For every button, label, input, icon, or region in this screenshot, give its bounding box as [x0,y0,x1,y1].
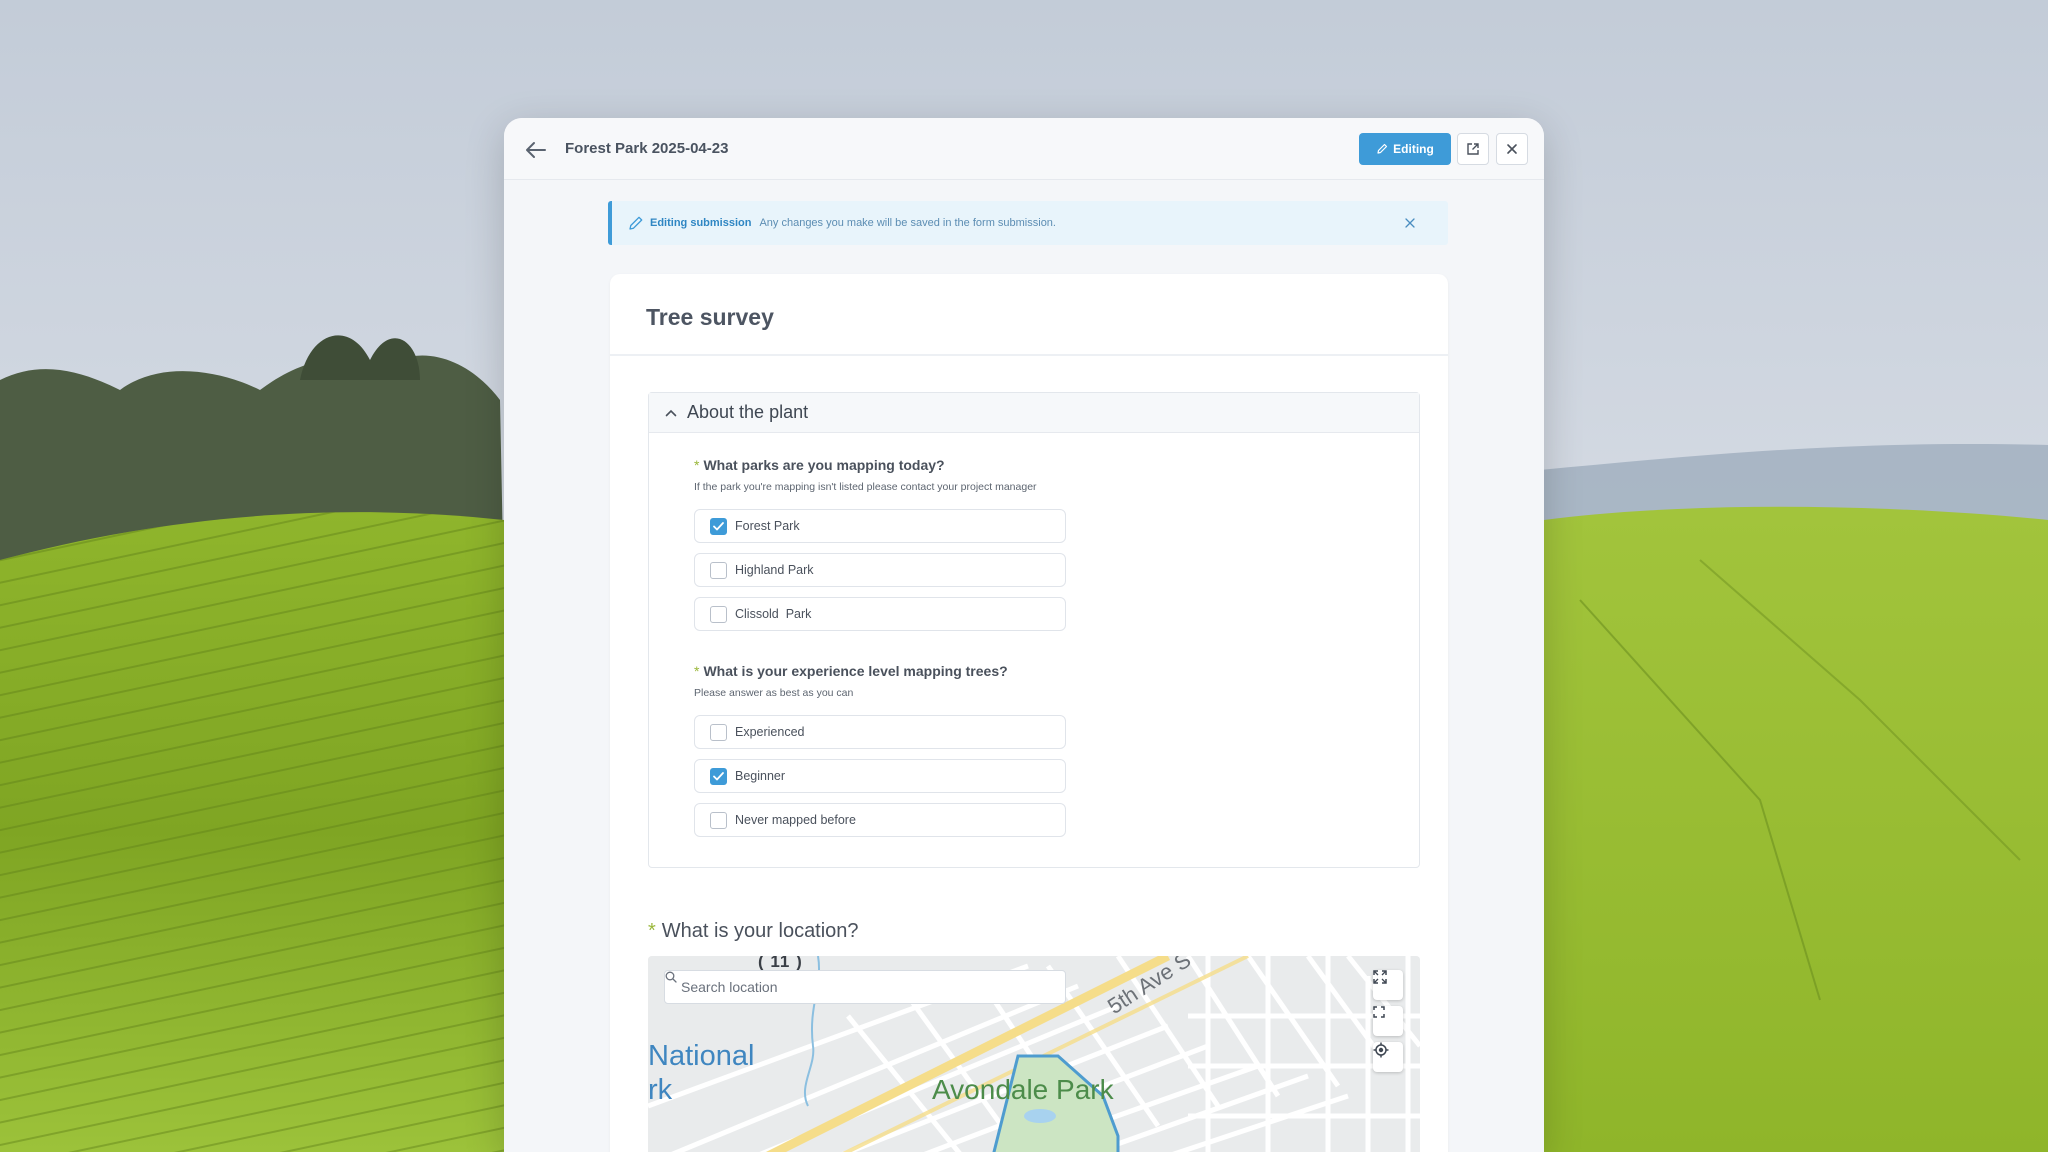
option-label: Never mapped before [735,813,856,827]
back-button[interactable] [522,136,550,164]
window-title: Forest Park 2025-04-23 [565,140,729,157]
pencil-icon [628,215,644,231]
close-icon [1405,218,1415,228]
checkbox[interactable] [710,811,727,829]
close-icon [1507,144,1517,154]
title-bar: Forest Park 2025-04-23 Editing [504,118,1544,180]
map-label-national: National [648,1040,755,1072]
banner-close-button[interactable] [1400,213,1420,233]
map-label-national-2: rk [648,1074,673,1106]
focus-frame-icon [1373,1006,1385,1018]
option-highland-park[interactable]: Highland Park [694,553,1066,587]
form-card: Tree survey About the plant * What parks … [610,274,1448,1152]
check-icon [713,771,724,780]
pencil-icon [1377,143,1388,154]
checkbox[interactable] [710,561,727,579]
check-icon [713,521,724,530]
map-label-park: Avondale Park [932,1074,1114,1105]
map-search-box[interactable] [664,970,1066,1004]
option-never-mapped[interactable]: Never mapped before [694,803,1066,837]
app-window: Forest Park 2025-04-23 Editing Editing s… [504,118,1544,1152]
question-hint: If the park you're mapping isn't listed … [694,481,1037,493]
question-label: * What is your experience level mapping t… [694,663,1008,679]
section-title: About the plant [687,402,809,422]
editing-button-label: Editing [1393,142,1434,156]
external-link-icon [1467,143,1479,155]
fit-bounds-button[interactable] [1373,1006,1403,1036]
my-location-button[interactable] [1373,1042,1403,1072]
location-question-label: * What is your location? [648,920,859,942]
location-map[interactable]: ( 11 ) National rk 5th Ave S Avondale Pa… [648,956,1420,1152]
question-parks: * What parks are you mapping today? If th… [694,457,1037,493]
checkbox-checked[interactable] [710,767,727,785]
option-label: Forest Park [735,519,800,533]
form-title: Tree survey [646,304,774,330]
option-label: Clissold Park [735,607,812,621]
crosshair-icon [1373,1042,1389,1058]
question-experience: * What is your experience level mapping t… [694,663,1008,699]
checkbox[interactable] [710,723,727,741]
checkbox-checked[interactable] [710,517,727,535]
option-forest-park[interactable]: Forest Park [694,509,1066,543]
banner-text: Any changes you make will be saved in th… [759,217,1056,229]
option-label: Beginner [735,769,786,783]
editing-button[interactable]: Editing [1359,133,1451,165]
open-external-button[interactable] [1457,133,1489,165]
chevron-up-icon [665,409,677,417]
arrow-left-icon [526,142,546,158]
question-label: * What parks are you mapping today? [694,457,945,473]
fullscreen-button[interactable] [1373,970,1403,1000]
banner-title: Editing submission [650,217,752,229]
section-about-the-plant: About the plant * What parks are you mapp… [648,392,1420,868]
option-experienced[interactable]: Experienced [694,715,1066,749]
question-hint: Please answer as best as you can [694,687,854,699]
option-clissold-park[interactable]: Clissold Park [694,597,1066,631]
option-label: Highland Park [735,563,814,577]
editing-banner: Editing submission Any changes you make … [608,201,1448,245]
checkbox[interactable] [710,605,727,623]
option-label: Experienced [735,725,805,739]
option-beginner[interactable]: Beginner [694,759,1066,793]
search-location-input[interactable] [681,979,1041,995]
close-window-button[interactable] [1496,133,1528,165]
section-toggle[interactable]: About the plant [649,393,1419,433]
expand-icon [1373,970,1387,984]
